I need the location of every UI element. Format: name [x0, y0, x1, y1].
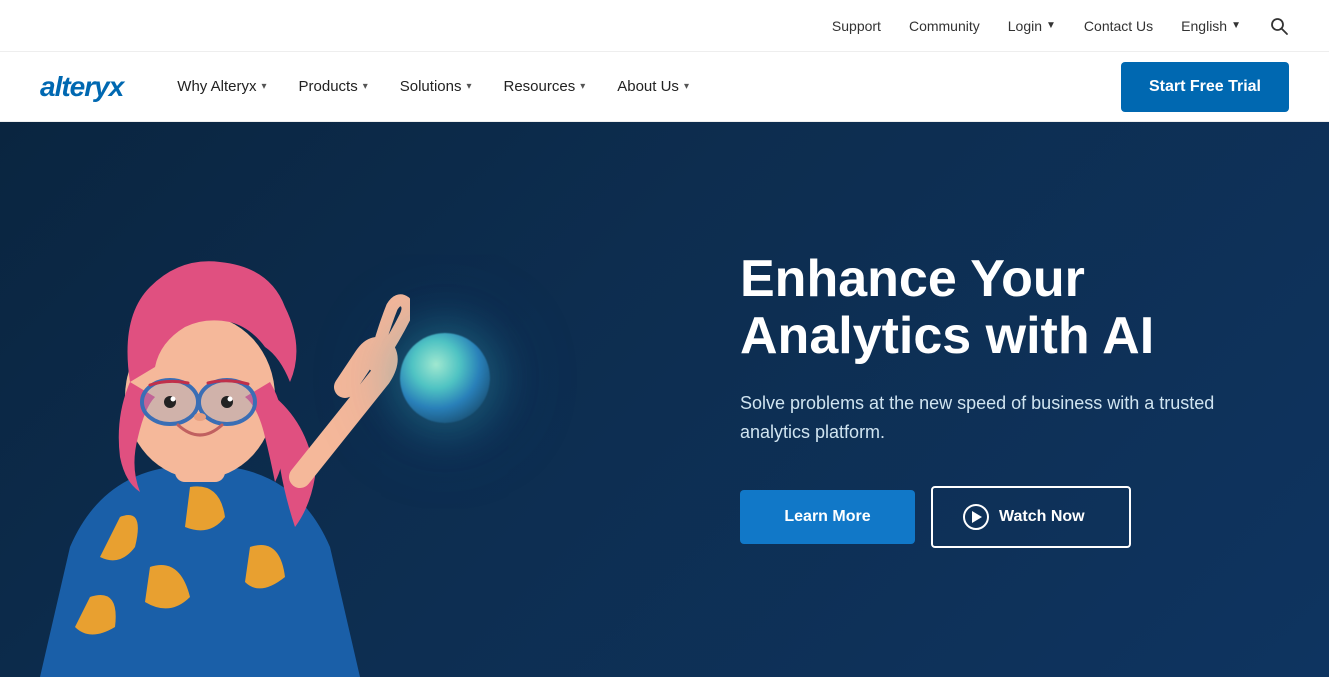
chevron-down-icon: ▾: [261, 81, 266, 92]
login-chevron-icon: ▼: [1046, 20, 1056, 31]
learn-more-button[interactable]: Learn More: [740, 490, 915, 544]
nav-links: Why Alteryx ▾ Products ▾ Solutions ▾ Res…: [163, 70, 1121, 103]
chevron-down-icon: ▾: [580, 81, 585, 92]
nav-item-resources[interactable]: Resources ▾: [490, 70, 600, 103]
character-svg: [0, 197, 410, 677]
community-link[interactable]: Community: [909, 18, 980, 34]
contact-link[interactable]: Contact Us: [1084, 18, 1153, 34]
start-free-trial-button[interactable]: Start Free Trial: [1121, 62, 1289, 112]
nav-item-about-us[interactable]: About Us ▾: [603, 70, 703, 103]
nav-label: Products: [299, 78, 358, 95]
nav-label: Why Alteryx: [177, 78, 256, 95]
language-chevron-icon: ▼: [1231, 20, 1241, 31]
chevron-down-icon: ▾: [363, 81, 368, 92]
orb-decoration: [400, 333, 490, 423]
hero-content: Enhance Your Analytics with AI Solve pro…: [700, 191, 1300, 609]
login-link[interactable]: Login ▼: [1008, 18, 1056, 34]
chevron-down-icon: ▾: [466, 81, 471, 92]
support-link[interactable]: Support: [832, 18, 881, 34]
chevron-down-icon: ▾: [684, 81, 689, 92]
hero-illustration: [0, 122, 430, 677]
search-button[interactable]: [1269, 16, 1289, 36]
language-selector[interactable]: English ▼: [1181, 18, 1241, 34]
hero-subtitle: Solve problems at the new speed of busin…: [740, 389, 1260, 447]
nav-item-why-alteryx[interactable]: Why Alteryx ▾: [163, 70, 280, 103]
hero-buttons: Learn More Watch Now: [740, 486, 1260, 548]
nav-label: Solutions: [400, 78, 462, 95]
nav-label: Resources: [504, 78, 576, 95]
search-icon: [1269, 16, 1289, 36]
hero-title: Enhance Your Analytics with AI: [740, 251, 1260, 365]
nav-item-solutions[interactable]: Solutions ▾: [386, 70, 486, 103]
logo[interactable]: alteryx: [40, 71, 123, 103]
watch-now-button[interactable]: Watch Now: [931, 486, 1131, 548]
hero-section: Enhance Your Analytics with AI Solve pro…: [0, 122, 1329, 677]
play-triangle-icon: [972, 511, 982, 523]
nav-item-products[interactable]: Products ▾: [285, 70, 382, 103]
nav-label: About Us: [617, 78, 679, 95]
top-utility-bar: Support Community Login ▼ Contact Us Eng…: [0, 0, 1329, 52]
language-label: English: [1181, 18, 1227, 34]
login-label: Login: [1008, 18, 1042, 34]
main-navigation: alteryx Why Alteryx ▾ Products ▾ Solutio…: [0, 52, 1329, 122]
play-circle-icon: [963, 504, 989, 530]
watch-now-label: Watch Now: [999, 508, 1085, 526]
